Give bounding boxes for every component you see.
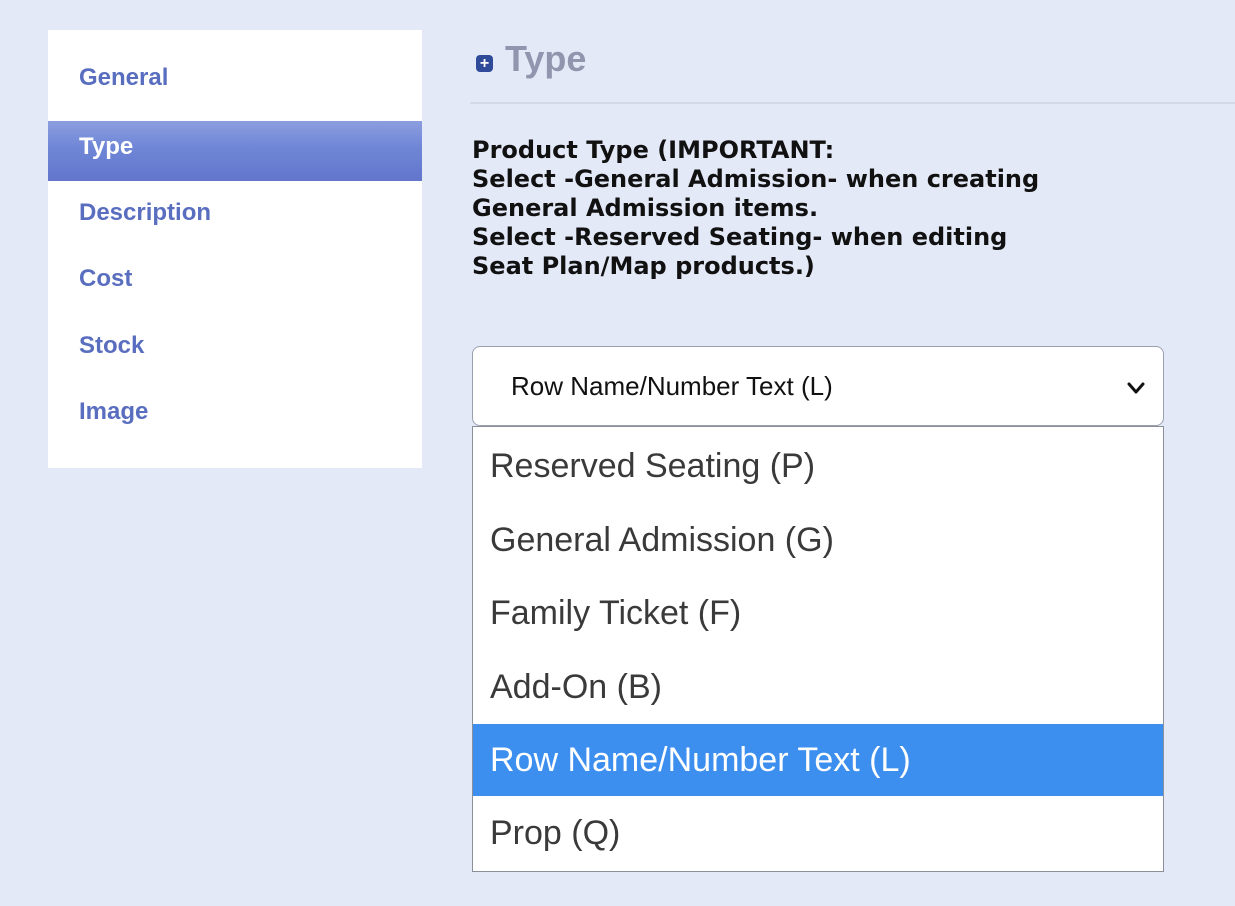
option-add-on[interactable]: Add-On (B): [473, 651, 1163, 723]
label-line: Seat Plan/Map products.): [472, 252, 815, 280]
sidebar-item-cost[interactable]: Cost: [48, 249, 422, 309]
option-prop[interactable]: Prop (Q): [473, 797, 1163, 869]
sidebar-item-general[interactable]: General: [48, 48, 422, 108]
label-line: Select -Reserved Seating- when editing: [472, 223, 1008, 251]
option-family-ticket[interactable]: Family Ticket (F): [473, 577, 1163, 649]
section-title: Type: [505, 38, 587, 79]
product-type-dropdown: Reserved Seating (P) General Admission (…: [472, 426, 1164, 872]
sidebar-item-type[interactable]: Type: [48, 121, 422, 181]
option-row-name-number-text[interactable]: Row Name/Number Text (L): [473, 724, 1163, 796]
label-line: General Admission items.: [472, 194, 819, 222]
label-line: Product Type (IMPORTANT:: [472, 136, 835, 164]
sidebar-nav: General Type Description Cost Stock Imag…: [48, 30, 422, 468]
section-divider: [470, 102, 1235, 104]
product-type-label: Product Type (IMPORTANT: Select -General…: [472, 136, 1232, 281]
sidebar-item-image[interactable]: Image: [48, 382, 422, 442]
product-type-select[interactable]: Row Name/Number Text (L): [472, 346, 1164, 426]
sidebar-item-description[interactable]: Description: [48, 183, 422, 243]
option-reserved-seating[interactable]: Reserved Seating (P): [473, 430, 1163, 502]
select-current-value: Row Name/Number Text (L): [511, 371, 833, 401]
chevron-down-icon: [1127, 382, 1145, 394]
sidebar-item-stock[interactable]: Stock: [48, 316, 422, 376]
plus-square-icon[interactable]: +: [476, 54, 493, 72]
section-header[interactable]: + Type: [476, 34, 586, 84]
label-line: Select -General Admission- when creating: [472, 165, 1040, 193]
option-general-admission[interactable]: General Admission (G): [473, 504, 1163, 576]
